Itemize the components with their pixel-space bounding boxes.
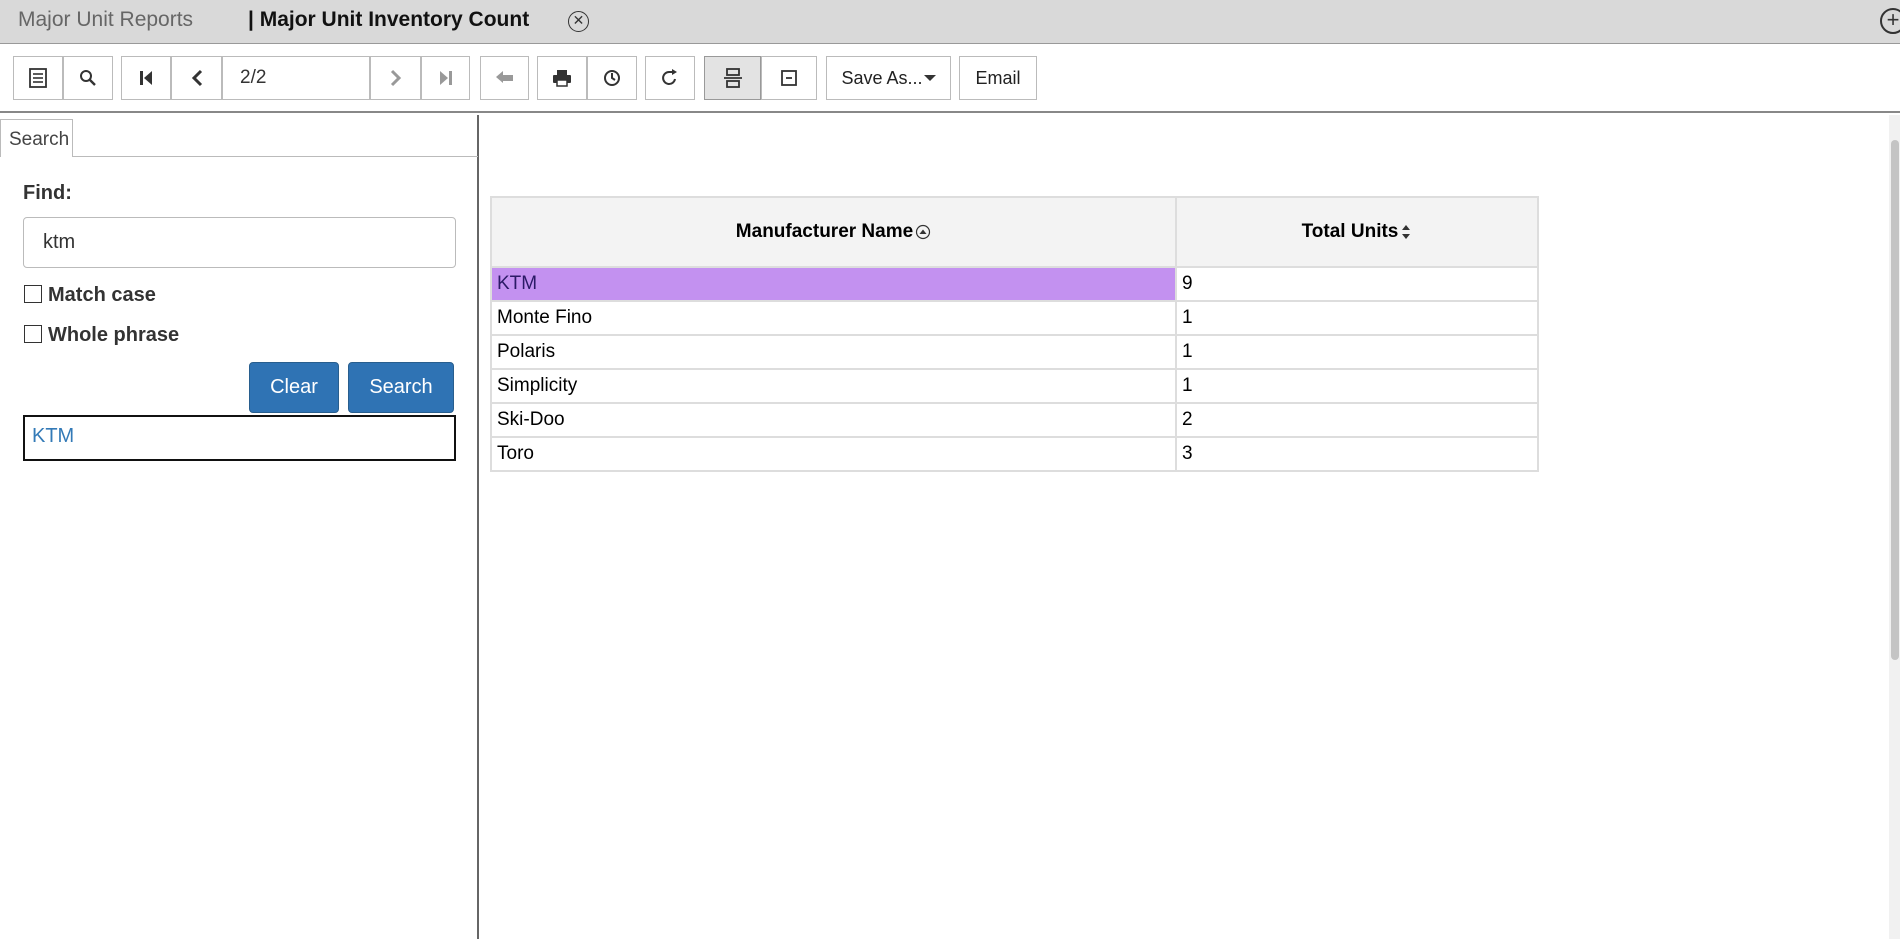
search-button[interactable] xyxy=(63,56,113,100)
column-header-manufacturer[interactable]: Manufacturer Name xyxy=(490,196,1177,268)
manufacturer-cell: Ski-Doo xyxy=(490,402,1177,438)
search-panel-tab[interactable]: Search xyxy=(0,119,73,157)
manufacturer-cell: Monte Fino xyxy=(490,300,1177,336)
next-page-button[interactable] xyxy=(370,56,421,100)
table-header-row: Manufacturer Name Total Units xyxy=(490,196,1539,268)
clear-button[interactable]: Clear xyxy=(249,362,339,413)
search-result-item[interactable]: KTM xyxy=(23,415,456,461)
table-row: KTM 9 xyxy=(490,266,1539,302)
back-icon xyxy=(495,71,513,83)
manufacturer-cell: Polaris xyxy=(490,334,1177,370)
single-page-button[interactable] xyxy=(761,56,817,100)
last-page-button[interactable] xyxy=(421,56,470,100)
caret-down-icon xyxy=(923,75,936,81)
tab-major-unit-reports[interactable]: Major Unit Reports xyxy=(18,8,193,32)
total-units-cell: 1 xyxy=(1175,334,1539,370)
single-page-icon xyxy=(781,70,797,86)
refresh-icon xyxy=(662,69,677,85)
sort-ascending-icon[interactable] xyxy=(915,224,931,240)
total-units-cell: 2 xyxy=(1175,402,1539,438)
table-row: Polaris 1 xyxy=(490,334,1539,370)
print-icon xyxy=(553,70,571,87)
total-units-cell: 1 xyxy=(1175,300,1539,336)
whole-phrase-label: Whole phrase xyxy=(48,324,180,346)
search-icon xyxy=(80,70,96,86)
manufacturer-cell: KTM xyxy=(490,266,1177,302)
table-row: Ski-Doo 2 xyxy=(490,402,1539,438)
tab-divider xyxy=(72,156,478,157)
first-page-button[interactable] xyxy=(121,56,171,100)
tab-major-unit-inventory-count[interactable]: | Major Unit Inventory Count xyxy=(248,8,529,32)
manufacturer-cell: Simplicity xyxy=(490,368,1177,404)
column-header-label: Manufacturer Name xyxy=(735,221,914,242)
report-table: Manufacturer Name Total Units KTM 9 Mont… xyxy=(490,196,1539,472)
add-tab-icon[interactable]: + xyxy=(1880,8,1900,34)
page-number-input[interactable]: 2/2 xyxy=(222,56,370,100)
save-as-label: Save As... xyxy=(841,67,923,88)
previous-page-icon xyxy=(191,69,202,87)
last-page-icon xyxy=(439,71,452,85)
table-row: Toro 3 xyxy=(490,436,1539,472)
page-layout-button[interactable] xyxy=(704,56,761,100)
total-units-cell: 9 xyxy=(1175,266,1539,302)
toggle-sidebar-icon xyxy=(29,68,47,88)
table-row: Monte Fino 1 xyxy=(490,300,1539,336)
previous-page-button[interactable] xyxy=(171,56,222,100)
match-case-checkbox[interactable] xyxy=(24,285,42,303)
find-input[interactable]: ktm xyxy=(23,217,456,268)
search-submit-button[interactable]: Search xyxy=(348,362,454,413)
whole-phrase-checkbox[interactable] xyxy=(24,325,42,343)
refresh-button[interactable] xyxy=(645,56,695,100)
first-page-icon xyxy=(140,71,152,85)
manufacturer-cell: Toro xyxy=(490,436,1177,472)
sort-icon[interactable] xyxy=(1400,223,1412,241)
history-button[interactable] xyxy=(587,56,637,100)
print-button[interactable] xyxy=(537,56,587,100)
column-header-label: Total Units xyxy=(1301,221,1399,242)
email-button[interactable]: Email xyxy=(959,56,1037,100)
scrollbar-thumb[interactable] xyxy=(1891,140,1899,660)
next-page-icon xyxy=(390,69,401,87)
match-case-label: Match case xyxy=(48,284,156,306)
total-units-cell: 3 xyxy=(1175,436,1539,472)
back-button[interactable] xyxy=(480,56,529,100)
history-icon xyxy=(604,70,620,86)
table-row: Simplicity 1 xyxy=(490,368,1539,404)
column-header-total-units[interactable]: Total Units xyxy=(1175,196,1539,268)
find-label: Find: xyxy=(23,182,72,204)
toggle-sidebar-button[interactable] xyxy=(13,56,63,100)
page-layout-icon xyxy=(723,68,742,88)
total-units-cell: 1 xyxy=(1175,368,1539,404)
close-tab-icon[interactable]: ✕ xyxy=(568,11,589,32)
save-as-dropdown[interactable]: Save As... xyxy=(826,56,951,100)
